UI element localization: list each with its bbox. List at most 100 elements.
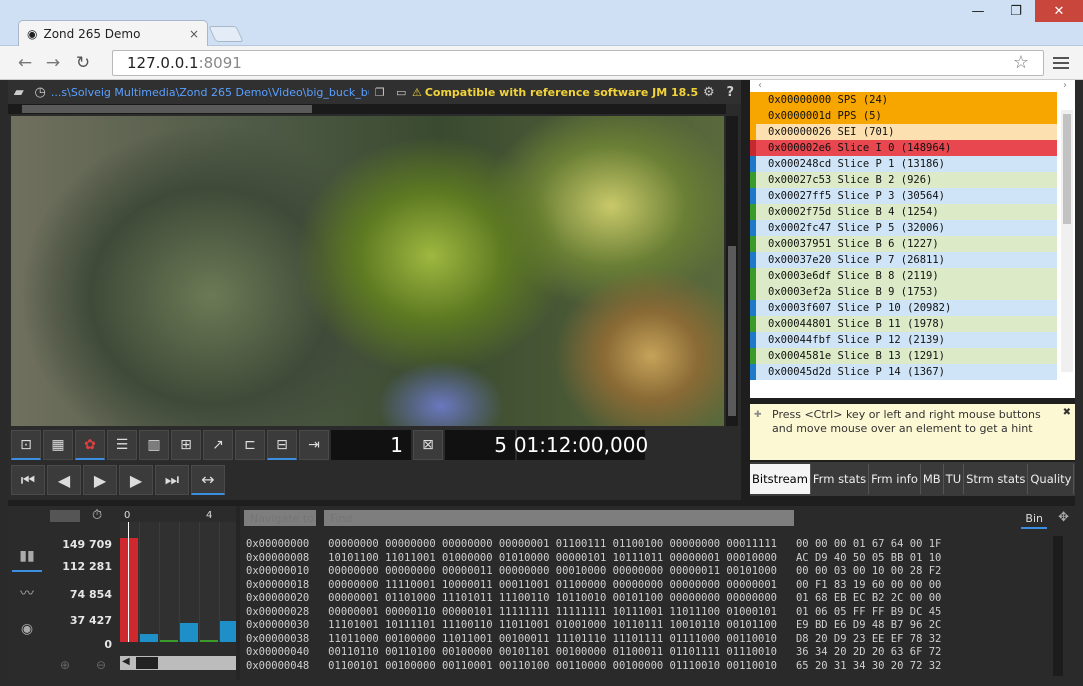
motion-vectors-icon[interactable]: ↗ [203,430,233,460]
vscroll-thumb[interactable] [728,246,736,416]
chart-bar[interactable] [180,623,198,642]
frame-size-chart[interactable] [120,522,236,642]
packet-row[interactable]: 0x00045d2d Slice P 14 (1367) [750,364,1057,380]
close-tab-icon[interactable]: × [189,27,199,41]
browser-tab[interactable]: ◉ Zond 265 Demo × [18,20,208,46]
prediction-icon[interactable]: ⊏ [235,430,265,460]
frame-mode-icon[interactable]: ⊟ [267,430,297,460]
navigate-to-input[interactable] [244,510,316,526]
scroll-left-icon[interactable]: ‹ [758,80,762,92]
hex-scrollbar[interactable] [1053,536,1063,676]
close-hint-icon[interactable]: ✖ [1063,406,1071,420]
step-back-icon[interactable]: ◀ [47,465,81,495]
tab-tu[interactable]: TU [944,464,965,494]
frame-step-icon[interactable]: ⇥ [299,430,329,460]
open-location-icon[interactable]: ▭ [390,80,411,104]
packet-row[interactable]: 0x0002f75d Slice B 4 (1254) [750,204,1057,220]
history-clock-icon[interactable]: ◷ [29,80,50,104]
packet-row[interactable]: 0x00000000 SPS (24) [750,92,1057,108]
packet-scroll-thumb[interactable] [1063,114,1071,224]
hex-line[interactable]: 0x00000038 11011000 00100000 11011001 00… [246,633,1036,647]
skip-to-start-icon[interactable]: ⏮ [11,465,45,495]
minimize-button[interactable]: — [959,0,997,22]
timer-icon[interactable]: ⏱ [92,508,102,523]
timecode[interactable]: 01:12:00,000 [514,430,648,460]
hex-line[interactable]: 0x00000040 00110110 00110100 00100000 00… [246,646,1036,660]
zoom-in-icon[interactable]: ⊕ [60,658,70,672]
tab-quality[interactable]: Quality [1028,464,1075,494]
packet-row[interactable]: 0x0003ef2a Slice B 9 (1753) [750,284,1057,300]
chart-cursor[interactable] [128,522,129,642]
loop-icon[interactable]: ↔ [191,465,225,495]
tab-mb[interactable]: MB [921,464,944,494]
move-icon[interactable]: ✥ [1058,510,1069,525]
zoom-out-icon[interactable]: ⊖ [96,658,106,672]
reload-icon[interactable]: ↻ [72,52,94,74]
hex-line[interactable]: 0x00000010 00000000 00000000 00000011 00… [246,565,1036,579]
frame-grid-icon[interactable] [50,510,80,522]
packet-row[interactable]: 0x000002e6 Slice I 0 (148964) [750,140,1057,156]
hex-line[interactable]: 0x00000028 00000001 00000110 00000101 11… [246,606,1036,620]
hex-line[interactable]: 0x00000000 00000000 00000000 00000000 00… [246,538,1036,552]
tab-frm-info[interactable]: Frm info [869,464,921,494]
chart-scroll-left-icon[interactable]: ◀ [122,656,130,667]
bookmark-star-icon[interactable]: ☆ [1013,52,1029,73]
hex-line[interactable]: 0x00000048 01100101 00100000 00110001 00… [246,660,1036,674]
settings-gear-icon[interactable]: ⚙ [698,80,719,104]
chart-scrollbar[interactable]: ◀ [120,656,236,670]
hex-line[interactable]: 0x00000020 00000001 01101000 11101011 11… [246,592,1036,606]
hex-line[interactable]: 0x00000018 00000000 11110001 10000011 00… [246,579,1036,593]
chart-bar[interactable] [220,621,236,642]
video-hscrollbar[interactable] [8,104,726,114]
chart-bar[interactable] [120,538,138,642]
new-tab-button[interactable] [208,26,244,42]
restore-button[interactable]: ❐ [997,0,1035,22]
packet-row[interactable]: 0x00000026 SEI (701) [750,124,1057,140]
scroll-right-icon[interactable]: › [1063,80,1067,92]
address-bar[interactable]: 127.0.0.1:8091 ☆ [112,50,1044,76]
fit-view-icon[interactable]: ⊡ [11,430,41,460]
packet-row[interactable]: 0x0004581e Slice B 13 (1291) [750,348,1057,364]
chart-scroll-thumb[interactable] [136,657,158,669]
copy-path-icon[interactable]: ❐ [369,80,390,104]
packet-row[interactable]: 0x0003e6df Slice B 8 (2119) [750,268,1057,284]
packet-row[interactable]: 0x00037951 Slice B 6 (1227) [750,236,1057,252]
find-input[interactable] [324,510,794,526]
tab-frm-stats[interactable]: Frm stats [811,464,870,494]
step-forward-icon[interactable]: ▶ [119,465,153,495]
open-folder-icon[interactable]: ▰ [8,80,29,104]
hex-line[interactable]: 0x00000030 11101001 10111101 11100110 11… [246,619,1036,633]
menu-icon[interactable] [1053,54,1069,72]
packet-row[interactable]: 0x00027c53 Slice B 2 (926) [750,172,1057,188]
bar-chart-icon[interactable]: ▮▮ [12,542,42,572]
color-channels-icon[interactable]: ✿ [75,430,105,460]
eye-view-icon[interactable]: ◉ [12,614,42,644]
forward-arrow-icon[interactable]: → [42,52,64,74]
play-icon[interactable]: ▶ [83,465,117,495]
video-frame[interactable] [11,116,724,426]
packet-row[interactable]: 0x000248cd Slice P 1 (13186) [750,156,1057,172]
packet-row[interactable]: 0x0002fc47 Slice P 5 (32006) [750,220,1057,236]
tab-strm-stats[interactable]: Strm stats [964,464,1029,494]
close-button[interactable]: ✕ [1035,0,1083,22]
chart-bar[interactable] [200,640,218,642]
rows-view-icon[interactable]: ☰ [107,430,137,460]
hscroll-thumb[interactable] [22,105,312,113]
back-arrow-icon[interactable]: ← [14,52,36,74]
frame-number[interactable]: 1 [331,430,411,460]
packet-row[interactable]: 0x0003f607 Slice P 10 (20982) [750,300,1057,316]
blocks-view-icon[interactable]: ⊞ [171,430,201,460]
video-vscrollbar[interactable] [726,116,738,426]
packet-row[interactable]: 0x0000001d PPS (5) [750,108,1057,124]
skip-to-end-icon[interactable]: ⏭ [155,465,189,495]
grid-view-icon[interactable]: ▥ [139,430,169,460]
packet-row[interactable]: 0x00044801 Slice B 11 (1978) [750,316,1057,332]
packet-row[interactable]: 0x00037e20 Slice P 7 (26811) [750,252,1057,268]
image-view-icon[interactable]: ▦ [43,430,73,460]
packet-list-scrollbar[interactable] [1061,110,1073,372]
help-icon[interactable]: ? [720,80,741,104]
packet-row[interactable]: 0x00027ff5 Slice P 3 (30564) [750,188,1057,204]
frame-count[interactable]: 5 [445,430,515,460]
chart-bar[interactable] [140,634,158,642]
packet-row[interactable]: 0x00044fbf Slice P 12 (2139) [750,332,1057,348]
